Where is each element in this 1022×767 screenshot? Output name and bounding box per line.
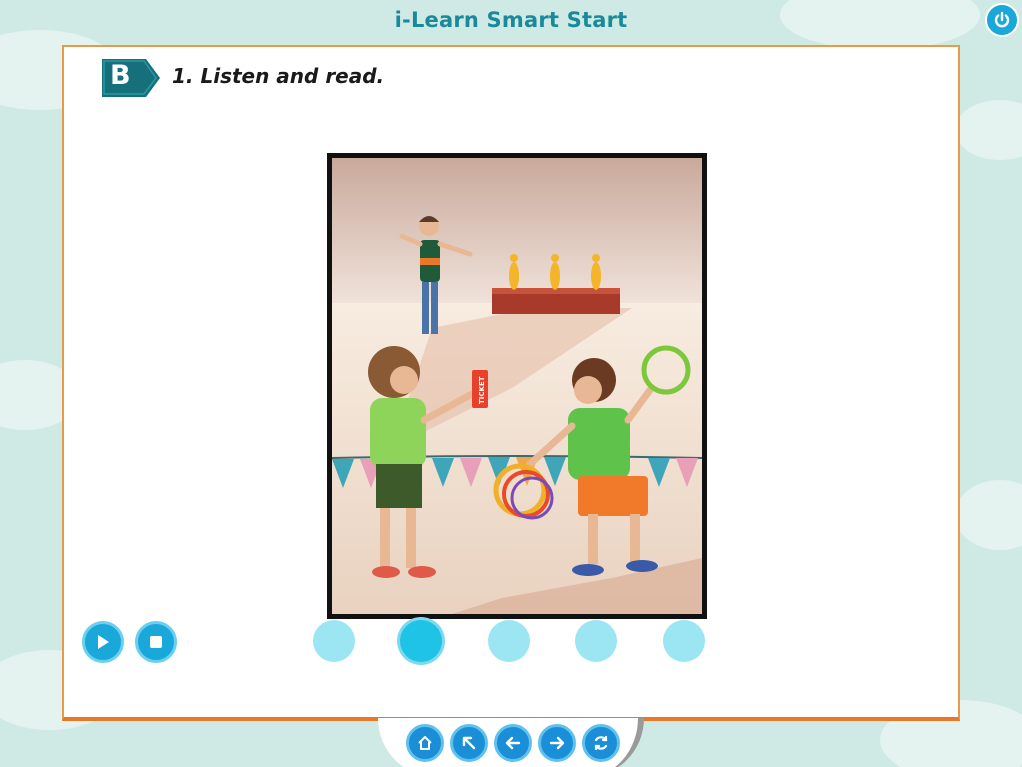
page-dot-2[interactable] xyxy=(400,620,442,662)
page-dot-1[interactable] xyxy=(313,620,355,662)
app-title: i-Learn Smart Start xyxy=(394,8,628,32)
power-button[interactable] xyxy=(985,3,1019,37)
refresh-button[interactable] xyxy=(582,724,620,762)
power-icon xyxy=(994,11,1010,28)
next-icon xyxy=(549,736,565,750)
background-cloud xyxy=(955,100,1022,160)
next-button[interactable] xyxy=(538,724,576,762)
section-badge: B xyxy=(100,57,162,99)
page-dot-5[interactable] xyxy=(663,620,705,662)
back-to-start-icon xyxy=(462,736,476,750)
ticket-label: TICKET xyxy=(478,376,486,404)
home-button[interactable] xyxy=(406,724,444,762)
stop-button[interactable] xyxy=(135,621,177,663)
page-dot-3[interactable] xyxy=(488,620,530,662)
play-button[interactable] xyxy=(82,621,124,663)
previous-button[interactable] xyxy=(494,724,532,762)
background-cloud xyxy=(955,480,1022,550)
refresh-icon xyxy=(594,735,608,751)
back-to-start-button[interactable] xyxy=(450,724,488,762)
carnival-scene: TICKET xyxy=(332,158,702,614)
stop-icon xyxy=(150,636,162,648)
home-icon xyxy=(418,736,432,750)
section-letter: B xyxy=(110,60,131,91)
instruction-heading: 1. Listen and read. xyxy=(172,64,385,88)
previous-icon xyxy=(505,736,521,750)
lesson-illustration: TICKET xyxy=(327,153,707,619)
page-dot-4[interactable] xyxy=(575,620,617,662)
play-icon xyxy=(98,635,109,649)
